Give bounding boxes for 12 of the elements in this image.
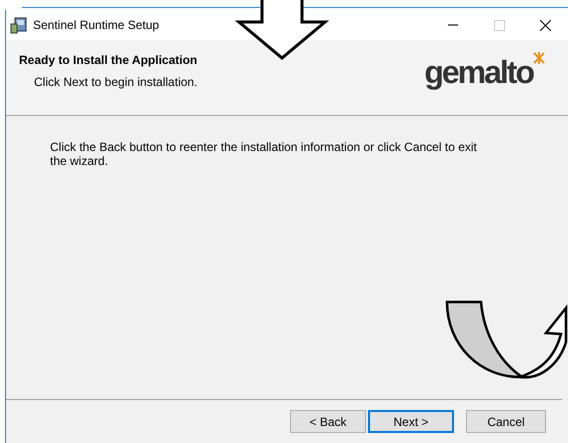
- square-icon: [494, 20, 504, 30]
- close-icon: [540, 20, 550, 30]
- next-button[interactable]: Next >: [368, 410, 454, 433]
- instruction-text: Click the Back button to reenter the installation information or click Cancel to exit the wizard.: [50, 140, 478, 168]
- installer-icon: [10, 16, 28, 34]
- window-title: Sentinel Runtime Setup: [33, 18, 160, 32]
- star-icon: [533, 52, 545, 64]
- cancel-button[interactable]: Cancel: [466, 410, 546, 433]
- page-subtitle: Click Next to begin installation.: [34, 75, 198, 89]
- back-button[interactable]: < Back: [290, 410, 366, 433]
- logo-text: gemalto: [424, 53, 533, 92]
- page-heading: Ready to Install the Application: [19, 53, 198, 67]
